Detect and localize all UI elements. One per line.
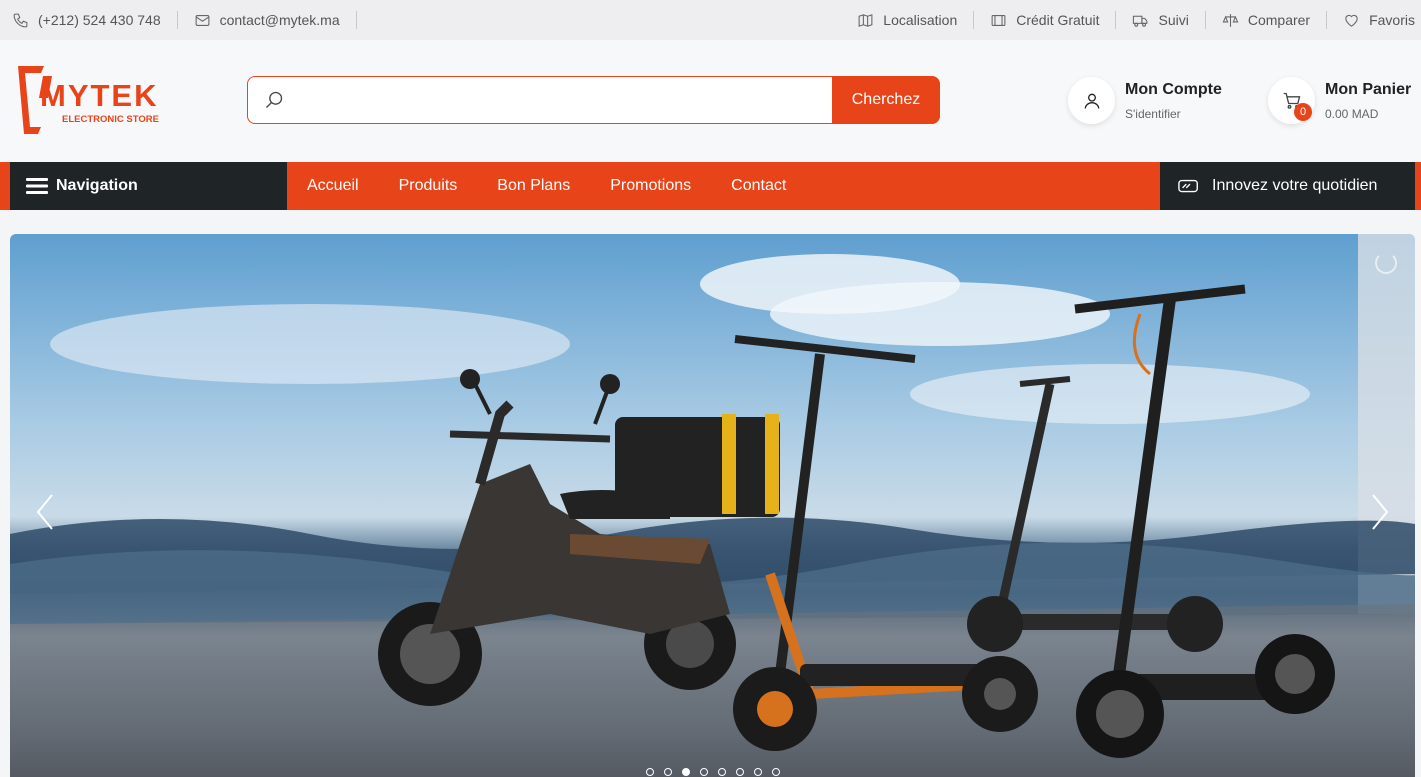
- account-subtitle: S'identifier: [1125, 106, 1181, 121]
- topbar-link-favoris[interactable]: Favoris: [1327, 11, 1421, 29]
- topbar-link-label: Crédit Gratuit: [1016, 12, 1100, 28]
- hero-slider[interactable]: [10, 234, 1415, 777]
- site-logo[interactable]: MYTEK ELECTRONIC STORE: [14, 64, 179, 136]
- topbar-link-suivi[interactable]: Suivi: [1116, 11, 1206, 29]
- navbar-tagline-box: Innovez votre quotidien: [1160, 162, 1415, 210]
- phone-contact[interactable]: (+212) 524 430 748: [12, 11, 178, 29]
- cart-count-badge: 0: [1294, 103, 1312, 121]
- topbar-link-credit[interactable]: Crédit Gratuit: [974, 11, 1117, 29]
- battery-icon: [1178, 179, 1198, 193]
- topbar-link-label: Suivi: [1158, 12, 1189, 28]
- hero-banner-image: [10, 234, 1415, 777]
- search-icon: [266, 91, 283, 108]
- scale-icon: [1222, 13, 1239, 27]
- account-link[interactable]: Mon Compte S'identifier: [1068, 77, 1222, 124]
- map-icon: [858, 13, 873, 27]
- phone-icon: [13, 13, 28, 27]
- site-header: MYTEK ELECTRONIC STORE Cherchez Mon Comp…: [0, 40, 1421, 162]
- nav-link-contact[interactable]: Contact: [711, 177, 806, 195]
- mail-icon: [195, 14, 210, 26]
- slider-dot[interactable]: [736, 768, 744, 776]
- slider-dot[interactable]: [772, 768, 780, 776]
- slider-dot[interactable]: [754, 768, 762, 776]
- topbar-link-localisation[interactable]: Localisation: [841, 11, 975, 29]
- front-scooter-graphic: [1074, 284, 1335, 758]
- truck-icon: [1133, 15, 1148, 27]
- slider-pagination: [646, 768, 780, 776]
- nav-link-promotions[interactable]: Promotions: [590, 177, 711, 195]
- slider-dot[interactable]: [682, 768, 690, 776]
- loading-spinner-icon: [1375, 252, 1397, 274]
- account-icon-circle: [1068, 77, 1115, 124]
- nav-link-accueil[interactable]: Accueil: [287, 177, 379, 195]
- logo-text: MYTEK: [40, 78, 159, 113]
- main-navbar: Navigation Accueil Produits Bon Plans Pr…: [0, 162, 1421, 210]
- email-contact[interactable]: contact@mytek.ma: [178, 11, 357, 29]
- navigation-menu-toggle[interactable]: Navigation: [10, 162, 287, 210]
- credit-card-icon: [991, 14, 1006, 26]
- phone-number: (+212) 524 430 748: [38, 12, 161, 28]
- topbar-link-comparer[interactable]: Comparer: [1206, 11, 1328, 29]
- slider-dot[interactable]: [664, 768, 672, 776]
- nav-link-bon-plans[interactable]: Bon Plans: [477, 177, 590, 195]
- navbar-tagline: Innovez votre quotidien: [1212, 177, 1378, 194]
- search-field-wrapper: [247, 76, 832, 124]
- topbar-link-label: Localisation: [883, 12, 958, 28]
- topbar-link-label: Favoris: [1369, 12, 1415, 28]
- navigation-label: Navigation: [56, 177, 138, 194]
- topbar-link-label: Comparer: [1247, 12, 1311, 28]
- slider-dot[interactable]: [700, 768, 708, 776]
- user-icon: [1084, 93, 1099, 109]
- email-address: contact@mytek.ma: [219, 12, 340, 28]
- cart-icon-circle: 0: [1268, 77, 1315, 124]
- top-bar: (+212) 524 430 748 contact@mytek.ma Loca…: [0, 0, 1421, 40]
- slider-dot[interactable]: [718, 768, 726, 776]
- slider-next-button[interactable]: [1365, 492, 1395, 532]
- nav-link-produits[interactable]: Produits: [379, 177, 478, 195]
- nav-links: Accueil Produits Bon Plans Promotions Co…: [287, 162, 806, 210]
- search-button[interactable]: Cherchez: [832, 76, 940, 124]
- slider-prev-button[interactable]: [30, 492, 60, 532]
- cart-link[interactable]: 0 Mon Panier 0.00 MAD: [1268, 77, 1411, 124]
- logo-tagline: ELECTRONIC STORE: [62, 114, 159, 125]
- hamburger-icon: [26, 178, 48, 194]
- cart-total: 0.00 MAD: [1325, 106, 1379, 121]
- search-input[interactable]: [294, 77, 832, 123]
- cart-title: Mon Panier: [1325, 80, 1412, 98]
- heart-icon: [1345, 14, 1358, 27]
- chevron-right-icon: [1372, 494, 1389, 530]
- chevron-left-icon: [36, 494, 53, 530]
- slider-dot[interactable]: [646, 768, 654, 776]
- search-bar: Cherchez: [247, 76, 940, 124]
- account-title: Mon Compte: [1125, 80, 1222, 98]
